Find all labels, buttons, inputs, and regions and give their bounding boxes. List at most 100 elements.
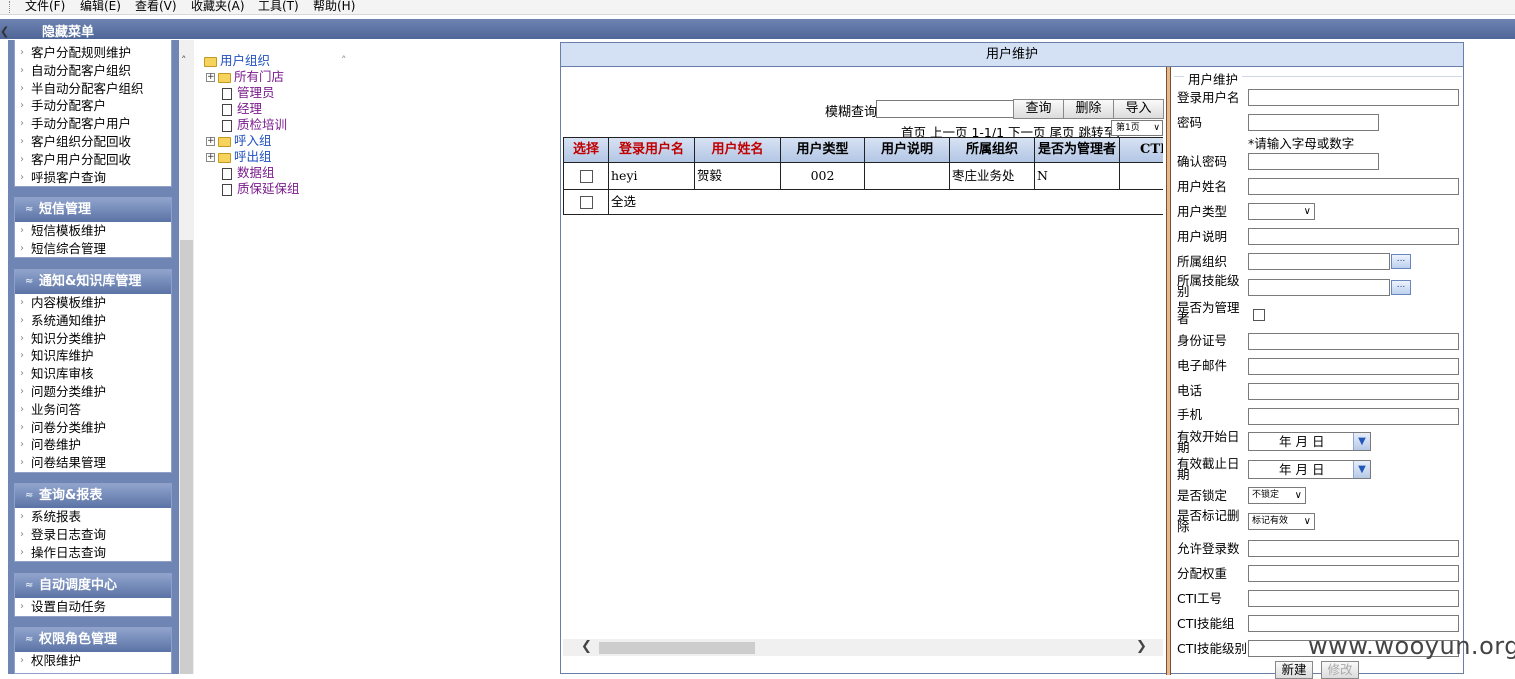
nav-panel-header[interactable]: ≈ 短信管理 [15,198,171,222]
nav-item-label: 半自动分配客户组织 [31,80,144,96]
nav-panel-header[interactable]: ≈ 通知&知识库管理 [15,270,171,294]
nav-item[interactable]: › 半自动分配客户组织 [15,80,171,98]
nav-item[interactable]: › 系统报表 [15,508,171,526]
nav-item[interactable]: › 短信模板维护 [15,222,171,240]
menu-tools[interactable]: 工具(T) [258,0,299,13]
chevron-right-icon[interactable]: ❯ [1136,639,1147,654]
panel-title: 短信管理 [39,202,92,217]
start-date-field[interactable]: 年 月 日 ▼ [1248,432,1371,451]
nav-item[interactable]: › 问卷结果管理 [15,454,171,472]
tree-node[interactable]: 质保延保组 [222,178,300,197]
cti-number-input[interactable] [1248,590,1459,607]
menu-edit[interactable]: 编辑(E) [80,0,121,13]
chevron-up-icon[interactable]: ˄ [341,54,347,67]
nav-panel-header[interactable]: ≈ 查询&报表 [15,484,171,508]
org-picker-button[interactable]: ... [1391,254,1411,269]
org-input[interactable] [1248,253,1390,270]
nav-item[interactable]: › 自动分配客户组织 [15,62,171,80]
select-all-checkbox[interactable] [579,196,593,209]
menu-favorites[interactable]: 收藏夹(A) [191,0,245,13]
nav-panel-header[interactable]: ≈ 自动调度中心 [15,574,171,598]
page-select[interactable]: 第1页 ∨ [1111,120,1163,136]
nav-item[interactable]: › 短信综合管理 [15,240,171,258]
nav-panel-header[interactable]: ≈ 权限角色管理 [15,628,171,652]
table-row[interactable]: heyi 贺毅 002 枣庄业务处 N [563,163,1163,190]
panel-title: 自动调度中心 [39,578,118,593]
row-checkbox[interactable] [579,170,593,183]
mobile-input[interactable] [1248,408,1459,425]
deleted-select[interactable]: 标记有效 ∨ [1248,513,1315,530]
new-button[interactable]: 新建 [1275,661,1313,679]
nav-item[interactable]: › 问卷维护 [15,436,171,454]
deleted-label: 是否标记删除 [1177,508,1240,534]
cell-org: 枣庄业务处 [950,163,1035,189]
nav-item[interactable]: › 问题分类维护 [15,383,171,401]
scrollbar-thumb[interactable] [599,642,755,654]
name-input[interactable] [1248,178,1459,195]
hide-menu-toggle[interactable]: 隐藏菜单 [42,21,94,40]
folder-icon [204,56,217,67]
calendar-dropdown-icon[interactable]: ▼ [1353,433,1370,450]
nav-item-label: 客户组织分配回收 [31,133,132,149]
search-input[interactable] [876,100,1014,118]
nav-item[interactable]: › 客户分配规则维护 [15,44,171,62]
chevron-up-icon[interactable]: ˄ [181,54,187,67]
splitter[interactable] [1166,67,1171,675]
menu-view[interactable]: 查看(V) [135,0,177,13]
import-button[interactable]: 导入 [1113,99,1164,119]
nav-item[interactable]: › 呼损客户查询 [15,169,171,187]
expand-icon[interactable]: + [206,73,215,82]
nav-item[interactable]: › 权限维护 [15,652,171,670]
nav-item-label: 手动分配客户 [31,98,107,114]
login-count-input[interactable] [1248,540,1459,557]
nav-item[interactable]: › 问卷分类维护 [15,419,171,437]
table-hscrollbar[interactable]: ❮ ❯ [563,639,1163,656]
login-input[interactable] [1248,89,1459,106]
end-date-text: 年 月 日 [1279,462,1325,477]
id-number-input[interactable] [1248,333,1459,350]
nav-scrollbar[interactable]: ˄ [179,40,194,674]
phone-input[interactable] [1248,383,1459,400]
nav-item[interactable]: › 操作日志查询 [15,544,171,562]
locked-select[interactable]: 不锁定 ∨ [1248,487,1306,504]
type-select[interactable]: ∨ [1248,203,1315,220]
document-icon [222,183,232,196]
cti-group-input[interactable] [1248,615,1459,632]
scrollbar-thumb[interactable] [180,240,193,674]
select-all-row[interactable]: 全选 [563,190,1163,215]
skill-level-input[interactable] [1248,279,1390,296]
chevron-left-icon[interactable]: ❮ [581,639,592,654]
nav-item[interactable]: › 手动分配客户用户 [15,115,171,133]
password-input[interactable] [1248,114,1379,131]
form-legend: 用户维护 [1184,69,1243,88]
nav-item[interactable]: › 知识库审核 [15,365,171,383]
folder-icon [218,72,231,83]
nav-item[interactable]: › 系统通知维护 [15,312,171,330]
weight-input[interactable] [1248,565,1459,582]
menu-help[interactable]: 帮助(H) [313,0,355,13]
menu-file[interactable]: 文件(F) [25,0,65,13]
nav-item[interactable]: › 客户用户分配回收 [15,151,171,169]
chevron-left-icon[interactable]: ❮ [0,25,9,38]
nav-item[interactable]: › 内容模板维护 [15,294,171,312]
calendar-dropdown-icon[interactable]: ▼ [1353,461,1370,478]
end-date-field[interactable]: 年 月 日 ▼ [1248,460,1371,479]
nav-item[interactable]: › 客户组织分配回收 [15,133,171,151]
skill-picker-button[interactable]: ... [1391,280,1411,295]
nav-item[interactable]: › 手动分配客户 [15,97,171,115]
confirm-password-input[interactable] [1248,153,1379,170]
name-label: 用户姓名 [1177,179,1228,194]
query-button[interactable]: 查询 [1013,99,1064,119]
modify-button[interactable]: 修改 [1321,661,1359,679]
expand-icon[interactable]: + [206,153,215,162]
nav-item[interactable]: › 业务问答 [15,401,171,419]
expand-icon[interactable]: + [206,137,215,146]
nav-item[interactable]: › 知识库维护 [15,347,171,365]
email-input[interactable] [1248,358,1459,375]
nav-item[interactable]: › 设置自动任务 [15,598,171,616]
nav-item[interactable]: › 登录日志查询 [15,526,171,544]
manager-checkbox[interactable] [1253,309,1265,321]
delete-button[interactable]: 删除 [1063,99,1114,119]
nav-item[interactable]: › 知识分类维护 [15,330,171,348]
desc-input[interactable] [1248,228,1459,245]
